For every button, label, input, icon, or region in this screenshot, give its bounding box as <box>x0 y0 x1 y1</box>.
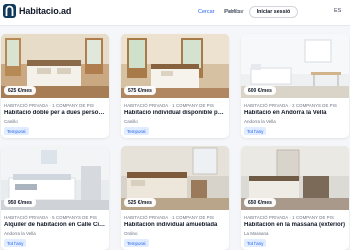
listing-location: La Massana <box>244 231 269 236</box>
listing-location: Ordino <box>124 231 138 236</box>
price-badge: 525 €/mes <box>124 198 156 207</box>
listing-location: Canillo <box>124 119 138 124</box>
listing-meta: HABITACIÓ PRIVADA · 1 COMPANY DE PIS <box>124 103 214 108</box>
nav-publish[interactable]: Publicar <box>224 9 244 15</box>
listing-tag: Tot l'any <box>244 239 267 247</box>
price-badge: 575 €/mes <box>124 86 156 95</box>
listing-title[interactable]: Habitació individual disponible per a 1 … <box>124 110 226 116</box>
price-badge: 600 €/mes <box>244 86 276 95</box>
listing-location: Canillo <box>4 119 18 124</box>
listing-location: Andorra la Vella <box>244 119 276 124</box>
listing-tag: Temporal <box>4 127 29 135</box>
listing-card[interactable]: 625 €/mes HABITACIÓ PRIVADA · 1 COMPANY … <box>1 34 109 138</box>
listing-meta: HABITACIÓ PRIVADA · 5 COMPANYS DE PIS <box>4 215 97 220</box>
logo-text[interactable]: Habitacio.ad <box>19 6 71 16</box>
listing-tag: Tot l'any <box>4 239 27 247</box>
listing-meta: HABITACIÓ PRIVADA · 1 COMPANY DE PIS <box>124 215 214 220</box>
listing-card[interactable]: 525 €/mes HABITACIÓ PRIVADA · 1 COMPANY … <box>121 146 229 250</box>
listing-tag: Temporal <box>124 127 149 135</box>
listing-tag: Temporal <box>124 239 149 247</box>
nav-search[interactable]: Cercar <box>198 9 215 15</box>
listing-meta: HABITACIÓ PRIVADA · 1 COMPANY DE PIS <box>244 215 334 220</box>
listing-title[interactable]: Habitación en la massana (exterior) <box>244 222 346 228</box>
listing-card[interactable]: 600 €/mes HABITACIÓ PRIVADA · 2 COMPANYS… <box>241 34 349 138</box>
price-badge: 650 €/mes <box>244 198 276 207</box>
listing-tag: Tot l'any <box>244 127 267 135</box>
price-badge: 950 €/mes <box>4 198 36 207</box>
listing-card[interactable]: 950 €/mes HABITACIÓ PRIVADA · 5 COMPANYS… <box>1 146 109 250</box>
top-header: Habitacio.ad Cercar Perfils Publicar Ini… <box>0 0 350 26</box>
listing-card[interactable]: 650 €/mes HABITACIÓ PRIVADA · 1 COMPANY … <box>241 146 349 250</box>
login-button[interactable]: Iniciar sessió <box>249 6 298 18</box>
listing-location: Andorra la Vella <box>4 231 36 236</box>
listing-card[interactable]: 575 €/mes HABITACIÓ PRIVADA · 1 COMPANY … <box>121 34 229 138</box>
language-selector[interactable]: ES <box>334 8 341 14</box>
listing-meta: HABITACIÓ PRIVADA · 1 COMPANY DE PIS <box>4 103 94 108</box>
listing-title[interactable]: Habitació doble per a dues persones am..… <box>4 110 106 116</box>
listing-title[interactable]: Alquiler de habitación en Calle Ciutat d… <box>4 222 106 228</box>
listing-meta: HABITACIÓ PRIVADA · 2 COMPANYS DE PIS <box>244 103 337 108</box>
listing-title[interactable]: Habitación individual amueblada <box>124 222 226 228</box>
listing-title[interactable]: Habitació en Andorra la Vella <box>244 110 346 116</box>
logo-icon[interactable] <box>3 4 16 18</box>
price-badge: 625 €/mes <box>4 86 36 95</box>
